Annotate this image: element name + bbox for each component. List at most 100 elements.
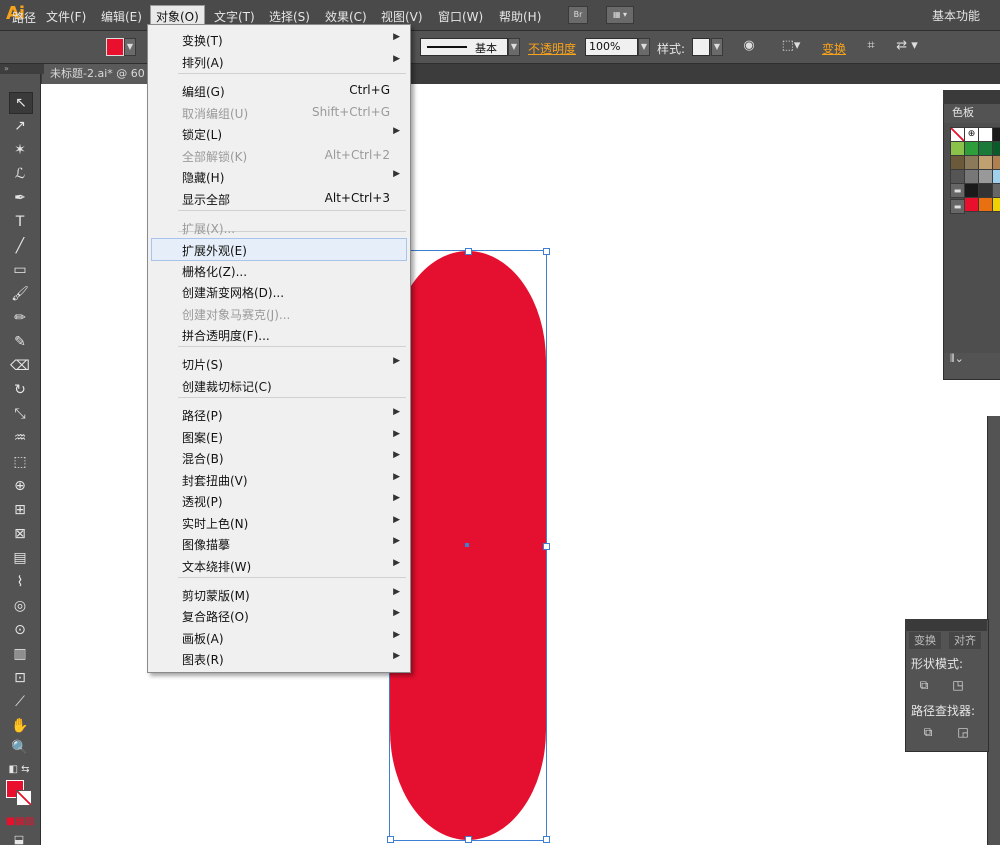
pencil-tool-icon[interactable]: ✏ [9,308,31,328]
menu-item-19[interactable]: 封套扭曲(V) ▶ [148,469,410,490]
opacity-input[interactable]: 100% [585,38,638,56]
style-dropdown-arrow[interactable]: ▼ [711,38,723,56]
menu-item-14[interactable]: 切片(S) ▶ [148,353,410,374]
menu-item-3[interactable]: 取消编组(U) Shift+Ctrl+G [148,102,410,123]
swatch-black[interactable] [992,127,1000,142]
default-colors-icon[interactable]: ◧ ⇆ [4,760,34,780]
graphic-style-swatch[interactable] [692,38,710,56]
stroke-dropdown-arrow[interactable]: ▼ [508,38,520,56]
opacity-dropdown-arrow[interactable]: ▼ [638,38,650,56]
blob-brush-tool-icon[interactable]: ✎ [9,332,31,352]
color-mode-icons[interactable]: ■▦▨ [4,812,36,832]
menu-item-6[interactable]: 隐藏(H) ▶ [148,166,410,187]
swatch-color[interactable] [978,155,993,170]
toolbar-collapse-icon[interactable]: » [0,64,44,74]
rectangle-tool-icon[interactable]: ▭ [9,260,31,280]
eraser-tool-icon[interactable]: ⌫ [9,356,31,376]
swatch-color[interactable] [992,197,1000,212]
line-tool-icon[interactable]: ╱ [9,236,31,256]
type-tool-icon[interactable]: T [9,212,31,232]
menu-help[interactable]: 帮助(H) [499,8,541,25]
artboard-tool-icon[interactable]: ⊡ [9,668,31,688]
menu-item-23[interactable]: 文本绕排(W) ▶ [148,555,410,576]
warp-tool-icon[interactable]: ♒ [9,428,31,448]
menu-item-25[interactable]: 复合路径(O) ▶ [148,605,410,626]
pathfinder-panel-header[interactable] [905,619,987,631]
paintbrush-tool-icon[interactable]: 🖌 [9,284,31,304]
menu-item-12[interactable]: 创建对象马赛克(J)... [148,303,410,324]
menu-item-9[interactable]: 扩展外观(E) [151,238,407,261]
menu-item-20[interactable]: 透视(P) ▶ [148,490,410,511]
bbox-handle-bottom-right[interactable] [543,836,550,843]
trim-icon[interactable]: ◲ [955,724,971,740]
swatch-color[interactable] [992,141,1000,156]
direct-selection-tool-icon[interactable]: ↗ [9,116,31,136]
swatch-color[interactable] [950,141,965,156]
menu-item-2[interactable]: 编组(G) Ctrl+G [148,80,410,101]
screen-mode-icon[interactable]: ⬓ [4,830,34,850]
swatch-folder-icon[interactable]: ▬ [950,183,965,198]
bbox-handle-bottom[interactable] [465,836,472,843]
swatches-tab[interactable]: 色板 [948,104,988,122]
menu-view[interactable]: 视图(V) [381,8,423,25]
hand-tool-icon[interactable]: ✋ [9,716,31,736]
swatch-color[interactable] [964,141,979,156]
swatch-color[interactable] [978,141,993,156]
swatch-color[interactable] [992,169,1000,184]
rotate-tool-icon[interactable]: ↻ [9,380,31,400]
menu-select[interactable]: 选择(S) [269,8,310,25]
swatch-none[interactable] [950,127,965,142]
fill-dropdown-arrow[interactable]: ▼ [124,38,136,56]
menu-item-21[interactable]: 实时上色(N) ▶ [148,512,410,533]
fill-color-swatch[interactable] [106,38,124,56]
swatch-library-menu-icon[interactable]: ⫴⌄ [950,352,964,366]
eyedropper-tool-icon[interactable]: ⌇ [9,572,31,592]
swatch-color[interactable] [978,197,993,212]
workspace-switcher[interactable]: 基本功能 [932,7,980,24]
free-transform-tool-icon[interactable]: ⬚ [9,452,31,472]
recolor-artwork-icon[interactable]: ◉ [740,38,758,54]
symbol-sprayer-tool-icon[interactable]: ⊙ [9,620,31,640]
swatch-folder-icon[interactable]: ▬ [950,199,965,214]
unite-icon[interactable]: ⧉ [916,677,932,693]
menu-item-27[interactable]: 图表(R) ▶ [148,648,410,669]
menu-item-18[interactable]: 混合(B) ▶ [148,447,410,468]
align-to-icon[interactable]: ⬚▾ [778,38,804,54]
swatches-panel-header[interactable] [943,90,1000,104]
swatch-color[interactable] [950,169,965,184]
document-tab[interactable]: 未标题-2.ai* @ 60 [42,64,160,84]
menu-item-15[interactable]: 创建裁切标记(C) [148,375,410,396]
gradient-tool-icon[interactable]: ▤ [9,548,31,568]
transform-link[interactable]: 变换 [822,40,846,57]
swatch-color[interactable] [992,183,1000,198]
column-graph-tool-icon[interactable]: ▥ [9,644,31,664]
menu-item-22[interactable]: 图像描摹 ▶ [148,533,410,554]
stroke-style-select[interactable]: 基本 [420,38,508,56]
menu-effect[interactable]: 效果(C) [325,8,367,25]
swatch-color[interactable] [978,183,993,198]
menu-edit[interactable]: 编辑(E) [101,8,142,25]
bbox-handle-bottom-left[interactable] [387,836,394,843]
menu-item-10[interactable]: 栅格化(Z)... [148,260,410,281]
scale-tool-icon[interactable]: ⤡ [9,404,31,424]
zoom-tool-icon[interactable]: 🔍 [9,738,31,758]
swatch-registration[interactable]: ⊕ [964,127,979,142]
menu-item-8[interactable]: 扩展(X)... [148,217,410,238]
menu-item-13[interactable]: 拼合透明度(F)... [148,324,410,345]
menu-item-16[interactable]: 路径(P) ▶ [148,404,410,425]
arrange-documents-button[interactable]: ▦ ▾ [606,6,634,24]
swatch-color[interactable] [978,169,993,184]
divide-icon[interactable]: ⧉ [920,724,936,740]
stroke-swatch[interactable] [16,790,32,806]
magic-wand-tool-icon[interactable]: ✶ [9,140,31,160]
tab-align[interactable]: 对齐 [949,632,981,649]
swatch-color[interactable] [964,197,979,212]
menu-item-5[interactable]: 全部解锁(K) Alt+Ctrl+2 [148,145,410,166]
bbox-handle-top[interactable] [465,248,472,255]
menu-item-4[interactable]: 锁定(L) ▶ [148,123,410,144]
swatch-color[interactable] [950,155,965,170]
perspective-grid-tool-icon[interactable]: ⊞ [9,500,31,520]
menu-item-7[interactable]: 显示全部 Alt+Ctrl+3 [148,188,410,209]
isolate-icon[interactable]: ⌗ [862,38,880,54]
menu-item-1[interactable]: 排列(A) ▶ [148,51,410,72]
